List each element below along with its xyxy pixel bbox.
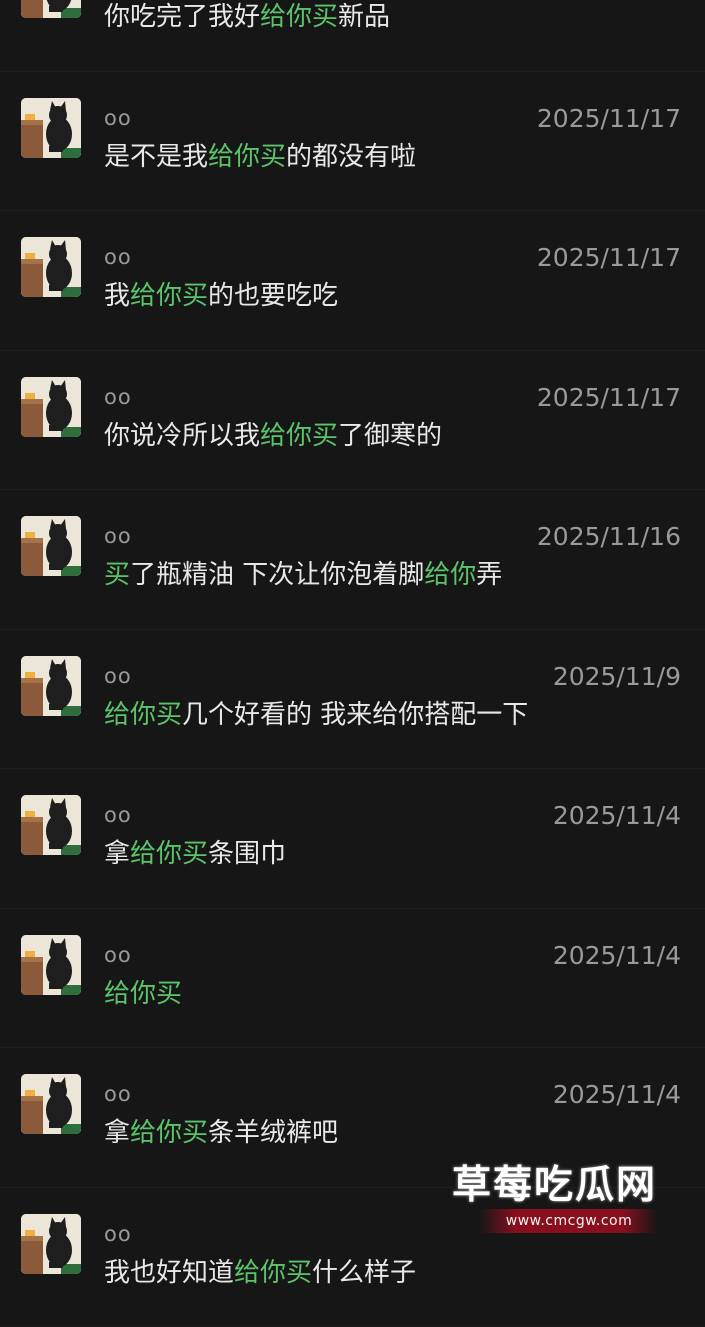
message-fragment: 几个好看的 我来给你搭配一下 <box>182 700 528 730</box>
search-highlight: 给你买 <box>104 700 182 730</box>
message-date: 2025/11/4 <box>553 1080 681 1109</box>
message-fragment: 你说冷所以我 <box>104 421 260 451</box>
message-text: 我给你买的也要吃吃 <box>104 275 338 312</box>
message-fragment: 是不是我 <box>104 142 208 172</box>
message-item[interactable]: oo 2025/11/17 是不是我给你买的都没有啦 <box>0 72 705 212</box>
search-highlight: 给你买 <box>260 2 338 32</box>
sender-name: oo <box>104 943 132 967</box>
black-cat-avatar-icon <box>21 1214 81 1274</box>
message-text: 买了瓶精油 下次让你泡着脚给你弄 <box>104 554 502 591</box>
search-highlight: 给你买 <box>130 839 208 869</box>
message-fragment: 拿 <box>104 839 130 869</box>
message-text: 给你买几个好看的 我来给你搭配一下 <box>104 694 528 731</box>
sender-name: oo <box>104 803 132 827</box>
black-cat-avatar-icon <box>21 656 81 716</box>
watermark-url: www.cmcgw.com <box>480 1209 658 1233</box>
message-item[interactable]: oo 2025/11/17 我给你买的也要吃吃 <box>0 211 705 351</box>
message-fragment: 了御寒的 <box>338 421 442 451</box>
message-item[interactable]: oo 2025/11/4 给你买 <box>0 909 705 1049</box>
message-fragment: 什么样子 <box>312 1258 416 1288</box>
message-text: 你吃完了我好给你买新品 <box>104 0 390 33</box>
black-cat-avatar-icon <box>21 237 81 297</box>
message-date: 2025/11/16 <box>537 522 681 551</box>
message-fragment: 新品 <box>338 2 390 32</box>
sender-name: oo <box>104 385 132 409</box>
message-date: 2025/11/17 <box>537 243 681 272</box>
black-cat-avatar-icon <box>21 1074 81 1134</box>
message-fragment: 的也要吃吃 <box>208 281 338 311</box>
sender-name: oo <box>104 1222 132 1246</box>
message-date: 2025/11/4 <box>553 941 681 970</box>
message-date: 2025/11/9 <box>553 662 681 691</box>
message-fragment: 条羊绒裤吧 <box>208 1118 338 1148</box>
message-text: 是不是我给你买的都没有啦 <box>104 136 416 173</box>
search-highlight: 给你买 <box>260 421 338 451</box>
message-text: 给你买 <box>104 973 182 1010</box>
search-highlight: 给你买 <box>208 142 286 172</box>
message-item[interactable]: oo 2025/11/4 拿给你买条围巾 <box>0 769 705 909</box>
search-highlight: 给你买 <box>130 281 208 311</box>
sender-name: oo <box>104 245 132 269</box>
search-highlight: 给你买 <box>130 1118 208 1148</box>
black-cat-avatar-icon <box>21 795 81 855</box>
search-highlight: 给你买 <box>234 1258 312 1288</box>
message-fragment: 我也好知道 <box>104 1258 234 1288</box>
message-date: 2025/11/17 <box>537 383 681 412</box>
message-item[interactable]: oo 2025/11/17 你说冷所以我给你买了御寒的 <box>0 351 705 491</box>
message-fragment: 弄 <box>476 560 502 590</box>
sender-name: oo <box>104 106 132 130</box>
black-cat-avatar-icon <box>21 516 81 576</box>
message-item[interactable]: 你吃完了我好给你买新品 <box>0 0 705 72</box>
message-text: 拿给你买条围巾 <box>104 833 286 870</box>
message-fragment: 的都没有啦 <box>286 142 416 172</box>
search-highlight: 给你买 <box>104 979 182 1009</box>
search-result-list: 你吃完了我好给你买新品oo2025/11/17是不是我给你买的都没有啦oo202… <box>0 0 705 1327</box>
message-item[interactable]: oo 2025/11/16 买了瓶精油 下次让你泡着脚给你弄 <box>0 490 705 630</box>
message-text: 我也好知道给你买什么样子 <box>104 1252 416 1289</box>
message-fragment: 了瓶精油 下次让你泡着脚 <box>130 560 424 590</box>
message-fragment: 我 <box>104 281 130 311</box>
sender-name: oo <box>104 1082 132 1106</box>
message-text: 你说冷所以我给你买了御寒的 <box>104 415 442 452</box>
message-text: 拿给你买条羊绒裤吧 <box>104 1112 338 1149</box>
sender-name: oo <box>104 524 132 548</box>
search-highlight: 给你 <box>424 560 476 590</box>
black-cat-avatar-icon <box>21 98 81 158</box>
search-highlight: 买 <box>104 560 130 590</box>
black-cat-avatar-icon <box>21 0 81 18</box>
black-cat-avatar-icon <box>21 935 81 995</box>
black-cat-avatar-icon <box>21 377 81 437</box>
message-date: 2025/11/17 <box>537 104 681 133</box>
message-item[interactable]: oo 2025/11/9 给你买几个好看的 我来给你搭配一下 <box>0 630 705 770</box>
message-fragment: 你吃完了我好 <box>104 2 260 32</box>
sender-name: oo <box>104 664 132 688</box>
watermark-title: 草莓吃瓜网 <box>452 1154 657 1210</box>
message-date: 2025/11/4 <box>553 801 681 830</box>
message-fragment: 拿 <box>104 1118 130 1148</box>
message-fragment: 条围巾 <box>208 839 286 869</box>
